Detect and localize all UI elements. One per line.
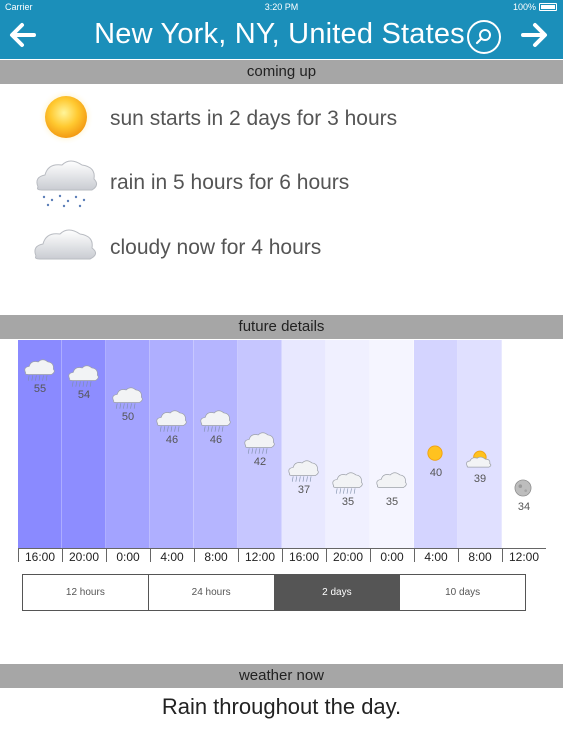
coming-up-text: cloudy now for 4 hours [110, 236, 322, 259]
forecast-bar [106, 340, 150, 549]
temperature-label: 40 [429, 467, 443, 480]
range-tab-2-days[interactable]: 2 days [274, 575, 401, 610]
temperature-label: 35 [341, 495, 355, 508]
temperature-label: 34 [517, 501, 531, 514]
temperature-label: 35 [385, 495, 399, 508]
forecast-bar [370, 340, 414, 549]
battery-indicator: 100% [513, 2, 557, 12]
rain-cloud-icon [112, 387, 143, 409]
forecast-bar [458, 340, 502, 549]
time-label: 4:00 [160, 550, 184, 564]
next-location-button[interactable] [517, 18, 551, 52]
partly-sunny-icon [466, 450, 492, 468]
time-label: 16:00 [24, 550, 56, 564]
coming-up-item: sun starts in 2 days for 3 hours [0, 91, 563, 151]
sun-icon [427, 445, 443, 462]
forecast-bar [282, 340, 326, 549]
rain-cloud-icon [244, 432, 275, 454]
temperature-label: 50 [121, 411, 135, 424]
range-selector: 12 hours 24 hours 2 days 10 days [22, 574, 526, 611]
location-name: New York, NY, United States [94, 18, 465, 50]
sun-icon [38, 91, 94, 145]
range-tab-12-hours[interactable]: 12 hours [23, 575, 149, 610]
rain-cloud-icon [68, 364, 99, 387]
temperature-label: 46 [209, 433, 223, 446]
section-header-coming-up: coming up [0, 60, 563, 84]
clock: 3:20 PM [264, 2, 299, 12]
time-label: 12:00 [508, 550, 540, 564]
coming-up-text: rain in 5 hours for 6 hours [110, 171, 350, 194]
arrow-right-icon [521, 23, 547, 47]
time-axis [18, 548, 546, 549]
temperature-label: 42 [253, 456, 267, 469]
range-tab-24-hours[interactable]: 24 hours [148, 575, 275, 610]
time-label: 0:00 [116, 550, 140, 564]
battery-percent: 100% [512, 2, 536, 12]
time-label: 8:00 [204, 550, 228, 564]
battery-icon [539, 3, 557, 11]
section-header-weather-now: weather now [0, 664, 563, 688]
temperature-label: 55 [33, 382, 47, 395]
coming-up-item: rain in 5 hours for 6 hours [0, 155, 563, 215]
rain-cloud-icon [24, 359, 55, 381]
rain-cloud-icon [156, 409, 187, 432]
rain-cloud-icon [288, 460, 319, 483]
nav-bar: New York, NY, United States [0, 14, 563, 59]
temperature-label: 39 [473, 473, 487, 486]
status-bar: Carrier 3:20 PM 100% [0, 0, 563, 14]
search-button[interactable] [467, 20, 501, 54]
forecast-bar [502, 340, 546, 549]
cloud-icon [376, 471, 407, 488]
time-label: 16:00 [288, 550, 320, 564]
time-label: 0:00 [380, 550, 404, 564]
section-header-future-details: future details [0, 315, 563, 339]
time-label: 4:00 [424, 550, 448, 564]
moon-icon [514, 479, 532, 497]
coming-up-text: sun starts in 2 days for 3 hours [110, 107, 398, 130]
rain-cloud-icon [200, 409, 231, 432]
forecast-bar [326, 340, 370, 549]
time-label: 12:00 [244, 550, 276, 564]
time-label: 20:00 [68, 550, 100, 564]
rain-cloud-icon [332, 471, 363, 494]
weather-now-summary: Rain throughout the day. [161, 694, 402, 719]
temperature-label: 54 [77, 388, 91, 401]
cloud-icon [34, 229, 96, 260]
time-label: 20:00 [332, 550, 364, 564]
coming-up-item: cloudy now for 4 hours [0, 220, 563, 280]
temperature-label: 46 [165, 433, 179, 446]
search-icon [475, 29, 491, 45]
temperature-label: 37 [297, 484, 311, 497]
time-label: 8:00 [468, 550, 492, 564]
range-tab-10-days[interactable]: 10 days [400, 575, 525, 610]
rain-cloud-icon [36, 160, 98, 208]
